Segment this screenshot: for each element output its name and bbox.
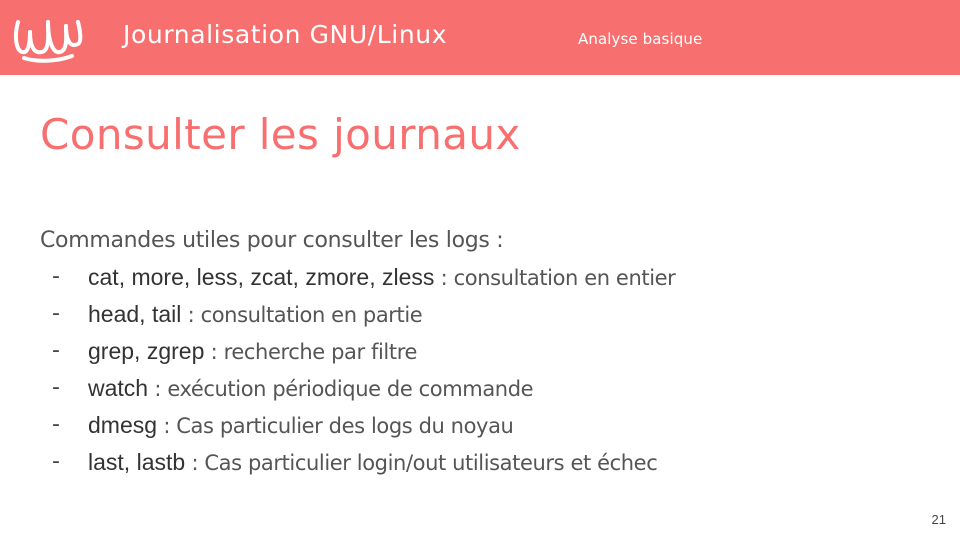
section-subtitle: Analyse basique [578, 30, 703, 48]
bullet-dash: - [52, 301, 60, 326]
list-item: - dmesg : Cas particulier des logs du noy… [52, 410, 675, 447]
command-description: : Cas particulier login/out utilisateurs… [185, 451, 658, 475]
command-separator: , [369, 264, 382, 290]
command-separator: , [292, 264, 306, 290]
command-list: - cat, more, less, zcat, zmore, zless : c… [52, 262, 676, 484]
header-banner: Journalisation GNU/Linux Analyse basique [0, 0, 960, 75]
wave-logo-icon [13, 20, 83, 63]
command-name: tail [151, 301, 182, 327]
command-description: : recherche par filtre [204, 340, 418, 364]
command-name: cat [88, 264, 119, 290]
command-name: zgrep [146, 338, 205, 364]
presentation-title: Journalisation GNU/Linux [123, 20, 448, 49]
command-name: watch [88, 375, 149, 401]
command-separator: , [237, 264, 251, 290]
list-item: - watch : exécution périodique de command… [52, 373, 675, 410]
bullet-dash: - [52, 264, 60, 289]
command-name: zcat [250, 264, 293, 290]
command-name: head [88, 301, 140, 327]
command-description: : consultation en partie [181, 303, 423, 327]
command-name: lastb [136, 449, 186, 475]
command-name: dmesg [88, 412, 158, 438]
command-separator: , [118, 264, 132, 290]
command-description: : consultation en entier [434, 266, 676, 290]
command-name: zmore [305, 264, 370, 290]
command-name: less [196, 264, 238, 290]
list-item: - cat, more, less, zcat, zmore, zless : c… [52, 262, 676, 299]
command-separator: , [123, 449, 137, 475]
slide-title: Consulter les journaux [40, 110, 521, 159]
list-item: - grep, zgrep : recherche par filtre [52, 336, 675, 373]
command-name: zless [382, 264, 435, 290]
command-description: : exécution périodique de commande [148, 377, 534, 401]
command-name: grep [88, 338, 135, 364]
bullet-dash: - [52, 449, 60, 474]
list-item: - head, tail : consultation en partie [52, 299, 675, 336]
command-separator: , [139, 301, 152, 327]
command-description: : Cas particulier des logs du noyau [157, 414, 514, 438]
list-item: - last, lastb : Cas particulier login/out… [52, 447, 675, 484]
command-separator: , [183, 264, 197, 290]
command-name: more [131, 264, 184, 290]
intro-text: Commandes utiles pour consulter les logs… [40, 228, 504, 253]
command-name: last [88, 449, 124, 475]
page-number: 21 [931, 512, 946, 527]
command-separator: , [134, 338, 147, 364]
bullet-dash: - [52, 338, 60, 363]
bullet-dash: - [52, 375, 60, 400]
bullet-dash: - [52, 412, 60, 437]
